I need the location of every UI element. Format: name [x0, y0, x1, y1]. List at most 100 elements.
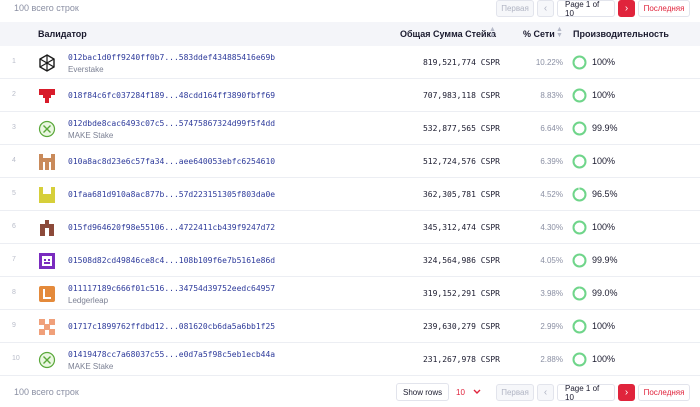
- validator-name: MAKE Stake: [68, 362, 114, 371]
- table-row[interactable]: 9 01717c1899762ffdbd12...081620cb6da5a6b…: [0, 310, 700, 343]
- last-page-button[interactable]: Последняя: [638, 0, 690, 17]
- make-stake-icon: [38, 120, 56, 138]
- total-stake: 231,267,978 CSPR: [422, 355, 500, 364]
- column-header-performance: Производительность: [573, 29, 669, 39]
- table-row[interactable]: 10 01419478cc7a68037c55...e0d7a5f98c5eb1…: [0, 343, 700, 376]
- performance-ring-icon: [572, 154, 587, 169]
- sort-stake-icon[interactable]: ▲ ▼: [489, 26, 496, 39]
- performance-ring-icon: [572, 286, 587, 301]
- pixel-yellow-icon: [38, 186, 56, 204]
- performance-ring-icon: [572, 88, 587, 103]
- total-stake: 239,630,279 CSPR: [422, 322, 500, 331]
- validator-address-link[interactable]: 01717c1899762ffdbd12...081620cb6da5a6bb1…: [68, 322, 275, 331]
- page-indicator: Page 1 of 10: [557, 384, 615, 402]
- performance-value: 96.5%: [592, 189, 618, 199]
- performance-value: 100%: [592, 354, 616, 364]
- footer-row-count: 100 всего строк: [14, 387, 79, 397]
- bottom-pagination: Первая ‹ Page 1 of 10 › Последняя: [496, 384, 690, 402]
- performance-value: 100%: [592, 57, 616, 67]
- validator-name: MAKE Stake: [68, 131, 114, 140]
- last-page-button[interactable]: Последняя: [638, 384, 690, 401]
- row-index: 1: [12, 58, 16, 65]
- first-page-button[interactable]: Первая: [496, 0, 534, 17]
- row-index: 9: [12, 322, 16, 329]
- validator-address-link[interactable]: 012bac1d0ff9240ff0b7...583ddef434885416e…: [68, 53, 275, 62]
- table-row[interactable]: 2 018f84c6fc037284f189...48cdd164ff3890f…: [0, 79, 700, 112]
- network-share: 8.83%: [540, 91, 563, 100]
- pixel-red-icon: [38, 87, 56, 105]
- total-stake: 532,877,565 CSPR: [422, 124, 500, 133]
- row-index: 7: [12, 256, 16, 263]
- show-rows-label: Show rows: [396, 383, 450, 401]
- network-share: 4.52%: [540, 190, 563, 199]
- performance-value: 100%: [592, 222, 616, 232]
- validator-address-link[interactable]: 012dbde8cac6493c07c5...57475867324d99f5f…: [68, 119, 275, 128]
- column-header-validator: Валидатор: [38, 29, 87, 39]
- row-index: 4: [12, 157, 16, 164]
- prev-page-button[interactable]: ‹: [537, 0, 554, 17]
- row-index: 3: [12, 124, 16, 131]
- chevron-down-icon: [473, 389, 481, 394]
- table-row[interactable]: 5 01faa681d910a8ac877b...57d223151305f80…: [0, 178, 700, 211]
- top-bar: 100 всего строк Первая ‹ Page 1 of 10 › …: [0, 0, 700, 18]
- total-stake: 512,724,576 CSPR: [422, 157, 500, 166]
- first-page-button[interactable]: Первая: [496, 384, 534, 401]
- row-index: 5: [12, 190, 16, 197]
- page-indicator: Page 1 of 10: [557, 0, 615, 18]
- pixel-brown-icon: [38, 219, 56, 237]
- total-stake: 345,312,474 CSPR: [422, 223, 500, 232]
- row-index: 8: [12, 289, 16, 296]
- table-row[interactable]: 4 010a8ac8d23e6c57fa34...aee640053ebfc62…: [0, 145, 700, 178]
- validator-table-body: 1 012bac1d0ff9240ff0b7...583ddef43488541…: [0, 46, 700, 376]
- table-row[interactable]: 7 01508d82cd49846ce8c4...108b109f6e7b516…: [0, 244, 700, 277]
- total-stake: 319,152,291 CSPR: [422, 289, 500, 298]
- performance-ring-icon: [572, 319, 587, 334]
- pixel-purple-icon: [38, 252, 56, 270]
- sort-share-icon[interactable]: ▲ ▼: [556, 26, 563, 39]
- validator-address-link[interactable]: 010a8ac8d23e6c57fa34...aee640053ebfc6254…: [68, 157, 275, 166]
- pixel-tan-icon: [38, 153, 56, 171]
- network-share: 2.99%: [540, 322, 563, 331]
- network-share: 6.64%: [540, 124, 563, 133]
- validator-address-link[interactable]: 018f84c6fc037284f189...48cdd164ff3890fbf…: [68, 91, 275, 100]
- top-pagination: Первая ‹ Page 1 of 10 › Последняя: [496, 0, 690, 18]
- performance-ring-icon: [572, 187, 587, 202]
- network-share: 10.22%: [535, 58, 563, 67]
- validator-address-link[interactable]: 015fd964620f98e55106...4722411cb439f9247…: [68, 223, 275, 232]
- rows-per-page-select[interactable]: 10: [448, 383, 490, 401]
- validator-address-link[interactable]: 01508d82cd49846ce8c4...108b109f6e7b5161e…: [68, 256, 275, 265]
- network-share: 4.05%: [540, 256, 563, 265]
- performance-ring-icon: [572, 253, 587, 268]
- table-header: Валидатор Общая Сумма Стейка ▲ ▼ % Сети ▲…: [0, 22, 700, 46]
- footer-bar: 100 всего строк Show rows 10 Первая ‹ Pa…: [0, 382, 700, 404]
- row-index: 6: [12, 223, 16, 230]
- network-share: 3.98%: [540, 289, 563, 298]
- validator-address-link[interactable]: 01419478cc7a68037c55...e0d7a5f98c5eb1ecb…: [68, 350, 275, 359]
- prev-page-button[interactable]: ‹: [537, 384, 554, 401]
- total-stake: 819,521,774 CSPR: [422, 58, 500, 67]
- total-stake: 707,983,118 CSPR: [422, 91, 500, 100]
- network-share: 2.88%: [540, 355, 563, 364]
- column-header-share[interactable]: % Сети: [523, 29, 555, 39]
- next-page-button[interactable]: ›: [618, 384, 635, 401]
- pixel-peach-icon: [38, 318, 56, 336]
- column-header-stake[interactable]: Общая Сумма Стейка: [400, 29, 496, 39]
- table-row[interactable]: 8 011117189c666f01c516...34754d39752eedc…: [0, 277, 700, 310]
- performance-value: 99.0%: [592, 288, 618, 298]
- make-stake-icon: [38, 351, 56, 369]
- rows-per-page-value: 10: [456, 387, 465, 397]
- validator-name: Everstake: [68, 65, 104, 74]
- next-page-button[interactable]: ›: [618, 0, 635, 17]
- performance-ring-icon: [572, 55, 587, 70]
- table-row[interactable]: 1 012bac1d0ff9240ff0b7...583ddef43488541…: [0, 46, 700, 79]
- performance-value: 100%: [592, 321, 616, 331]
- performance-value: 100%: [592, 156, 616, 166]
- table-row[interactable]: 6 015fd964620f98e55106...4722411cb439f92…: [0, 211, 700, 244]
- validator-name: Ledgerleap: [68, 296, 109, 305]
- row-index: 10: [12, 355, 20, 362]
- table-row[interactable]: 3 012dbde8cac6493c07c5...57475867324d99f…: [0, 112, 700, 145]
- validator-address-link[interactable]: 011117189c666f01c516...34754d39752eedc64…: [68, 284, 275, 293]
- validator-address-link[interactable]: 01faa681d910a8ac877b...57d223151305f803d…: [68, 190, 275, 199]
- performance-value: 99.9%: [592, 123, 618, 133]
- performance-ring-icon: [572, 220, 587, 235]
